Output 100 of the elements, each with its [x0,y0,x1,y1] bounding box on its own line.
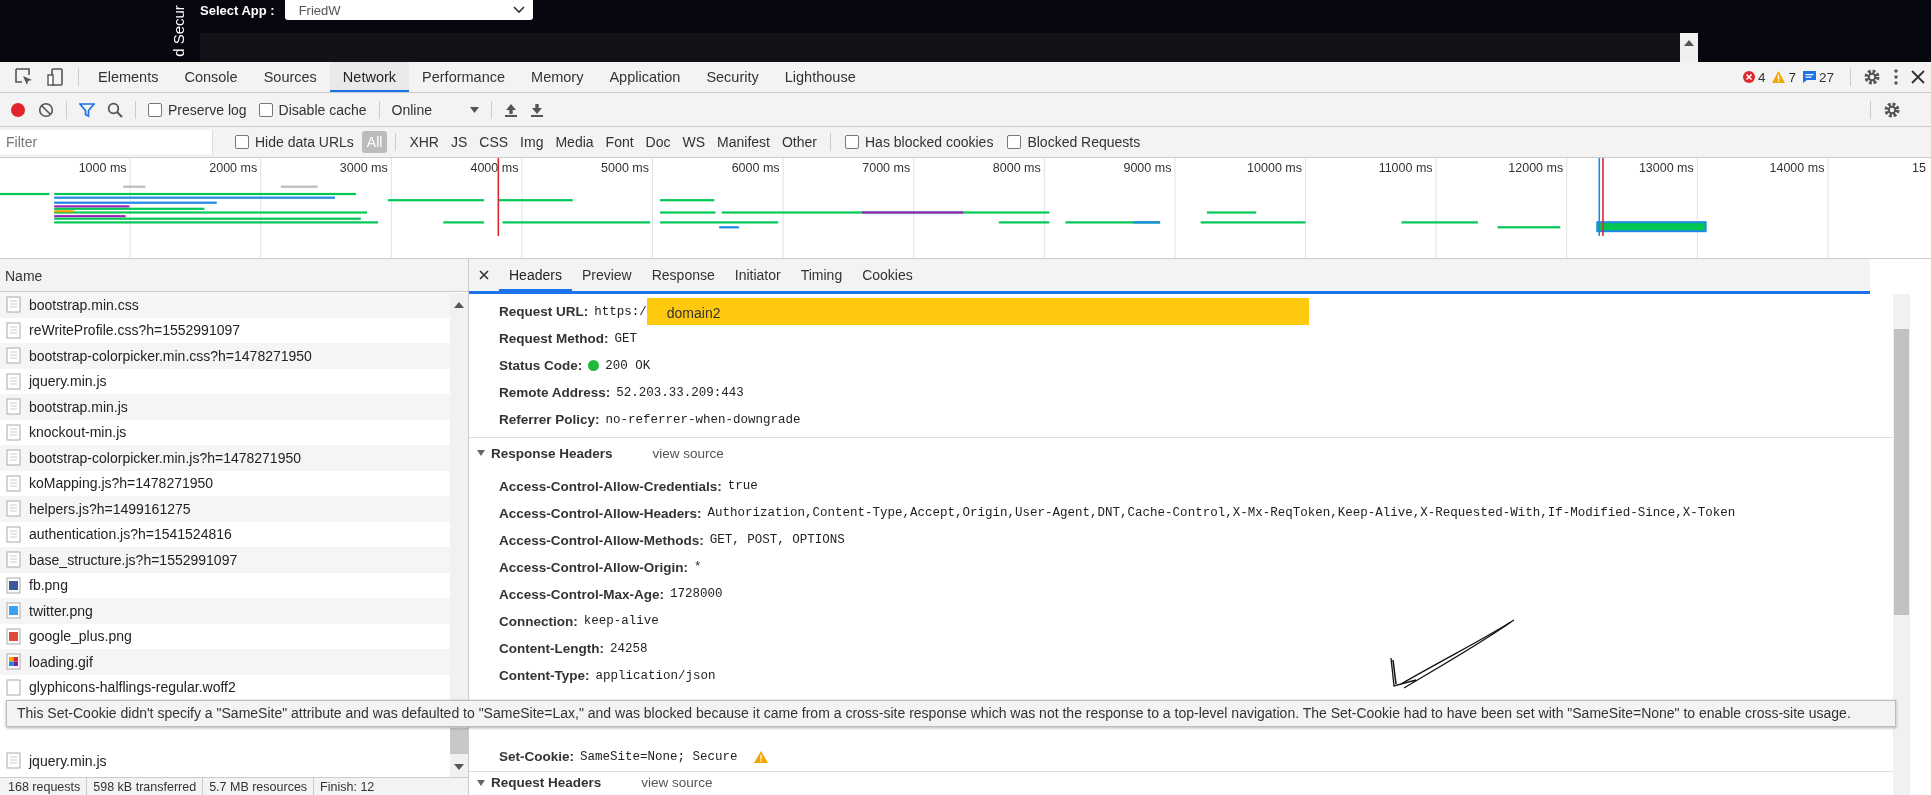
more-options-icon[interactable] [1893,68,1899,86]
scrollbar-thumb[interactable] [450,728,468,754]
details-tab[interactable]: Preview [571,259,642,291]
document-icon [6,474,21,492]
document-icon [6,347,21,365]
time-tick-label: 2000 ms [209,161,259,175]
details-tab[interactable]: Response [641,259,725,291]
request-row[interactable]: twitter.png [0,598,450,624]
settings-icon[interactable] [1863,68,1881,86]
header-name: Content-Type: [499,668,590,684]
scroll-up-icon[interactable] [1684,39,1694,46]
details-tab[interactable]: Cookies [852,259,923,291]
document-icon [6,525,21,543]
timeline-overview[interactable]: 1000 ms 2000 ms 3000 ms 4000 ms 5000 ms 6000 ms 7000 ms 8000 ms 9000 ms 10000 ms 11000 ms 12000 ms 13000 ms 14000 ms 15 [0,158,1931,259]
details-tab[interactable]: Headers [499,259,572,291]
close-icon[interactable] [1911,70,1925,84]
dropdown-arrow-icon [470,106,479,113]
chevron-down-icon [512,6,525,14]
checkbox[interactable] [258,102,273,117]
scroll-down-icon [454,764,464,771]
type-filter[interactable]: Img [515,131,549,153]
header-name: Connection: [499,614,578,629]
search-icon[interactable] [107,101,123,118]
filter-icon[interactable] [79,101,95,118]
panel-tab[interactable]: Performance [409,62,519,92]
view-source-link[interactable]: view source [652,445,724,461]
header-value: keep-alive [583,614,659,629]
device-icon[interactable] [46,67,66,87]
header-name: Set-Cookie: [499,749,574,765]
header-name: Access-Control-Allow-Credentials: [499,478,722,494]
request-row[interactable]: bootstrap.min.css [0,292,450,318]
filter-field[interactable]: Filter [0,130,213,154]
scrollbar-thumb[interactable] [1894,329,1909,615]
panel-tab[interactable]: Sources [250,62,330,92]
type-filter[interactable]: Media [550,131,599,153]
throttling-select[interactable]: Online [385,101,485,118]
panel-tab[interactable]: Application [596,62,694,92]
checkbox[interactable] [845,135,859,149]
panel-tab[interactable]: Lighthouse [771,62,869,92]
panel-tab[interactable]: Network [329,62,410,92]
hide-data-urls-checkbox-label[interactable]: Hide data URLs [255,134,354,150]
panel-tab[interactable]: Memory [518,62,597,92]
checkbox[interactable] [235,135,249,149]
scrollbar[interactable] [1893,294,1910,795]
inspect-icon[interactable] [14,67,34,87]
details-tab[interactable]: Timing [790,259,853,291]
request-row[interactable]: bootstrap-colorpicker.min.css?h=1478271950 [0,343,450,369]
download-icon[interactable] [530,101,544,118]
issue-counts[interactable]: 4 7 27 [1742,69,1838,85]
column-header[interactable]: Name [0,259,468,292]
type-filter[interactable]: Other [777,131,822,153]
request-row[interactable]: bootstrap-colorpicker.min.js?h=1478271950 [0,445,450,471]
panel-tab[interactable]: Console [171,62,251,92]
time-tick-label: 1000 ms [78,161,128,175]
time-tick-label: 7000 ms [862,161,912,175]
section-toggle[interactable]: Response Headers [477,445,613,461]
time-tick-label: 10000 ms [1247,161,1303,175]
details-tab[interactable]: Initiator [724,259,791,291]
section-toggle[interactable]: Request Headers [477,775,602,790]
type-filter[interactable]: JS [445,131,473,153]
request-row[interactable]: bootstrap.min.js [0,394,450,420]
document-icon [6,296,21,314]
panel-tab[interactable]: Elements [85,62,172,92]
type-filter[interactable]: WS [677,131,711,153]
time-tick-label: 11000 ms [1378,161,1434,175]
type-filter[interactable]: CSS [474,131,514,153]
scrollbar[interactable] [1680,33,1698,62]
header-name: Access-Control-Allow-Origin: [499,559,688,575]
blocked-requests-checkbox-label[interactable]: Blocked Requests [1027,134,1141,150]
type-filter[interactable]: Manifest [712,131,775,153]
record-icon[interactable] [10,101,26,118]
header-name: Remote Address: [499,385,611,401]
settings-icon[interactable] [1883,100,1901,119]
view-source-link[interactable]: view source [641,775,713,790]
clear-icon[interactable] [38,101,54,118]
header-value: no-referrer-when-downgrade [605,412,801,427]
request-row[interactable]: helpers.js?h=1499161275 [0,496,450,522]
time-tick-label: 9000 ms [1123,161,1173,175]
type-filter[interactable]: Font [600,131,639,153]
panel-tab[interactable]: Security [693,62,772,92]
status-text: 5.7 MB resources [209,779,308,794]
type-filter[interactable]: XHR [404,131,444,153]
preserve-log-checkbox-label[interactable]: Preserve log [168,101,247,118]
disable-cache-checkbox-label[interactable]: Disable cache [278,101,367,118]
message-icon [1802,71,1816,83]
blocked-cookies-checkbox-label[interactable]: Has blocked cookies [865,134,994,150]
close-icon[interactable] [479,270,489,280]
redaction-box: domain2 [646,298,1309,326]
warning-icon [1772,71,1786,83]
checkbox[interactable] [148,102,162,117]
select-label: Select App : [200,2,275,18]
app-select[interactable]: FriedW [284,0,533,20]
request-row[interactable]: base_structure.js?h=1552991097 [0,547,450,573]
document-icon [6,372,21,390]
checkbox[interactable] [1007,135,1022,149]
request-row[interactable]: loading.gif [0,649,450,675]
cookie-tooltip: This Set-Cookie didn't specify a "SameSite" attribute and was defaulted to "SameSite=Lax," and was blocked because it came from a cross-site response which was not the response to a top-level navigation. The Set-Cookie had to have been set with "SameSite=None" to enable cross-site usage. [6,700,1896,727]
header-value: 52.203.33.209:443 [616,385,744,400]
type-filter[interactable]: Doc [640,131,676,153]
time-tick-label: 8000 ms [992,161,1042,175]
